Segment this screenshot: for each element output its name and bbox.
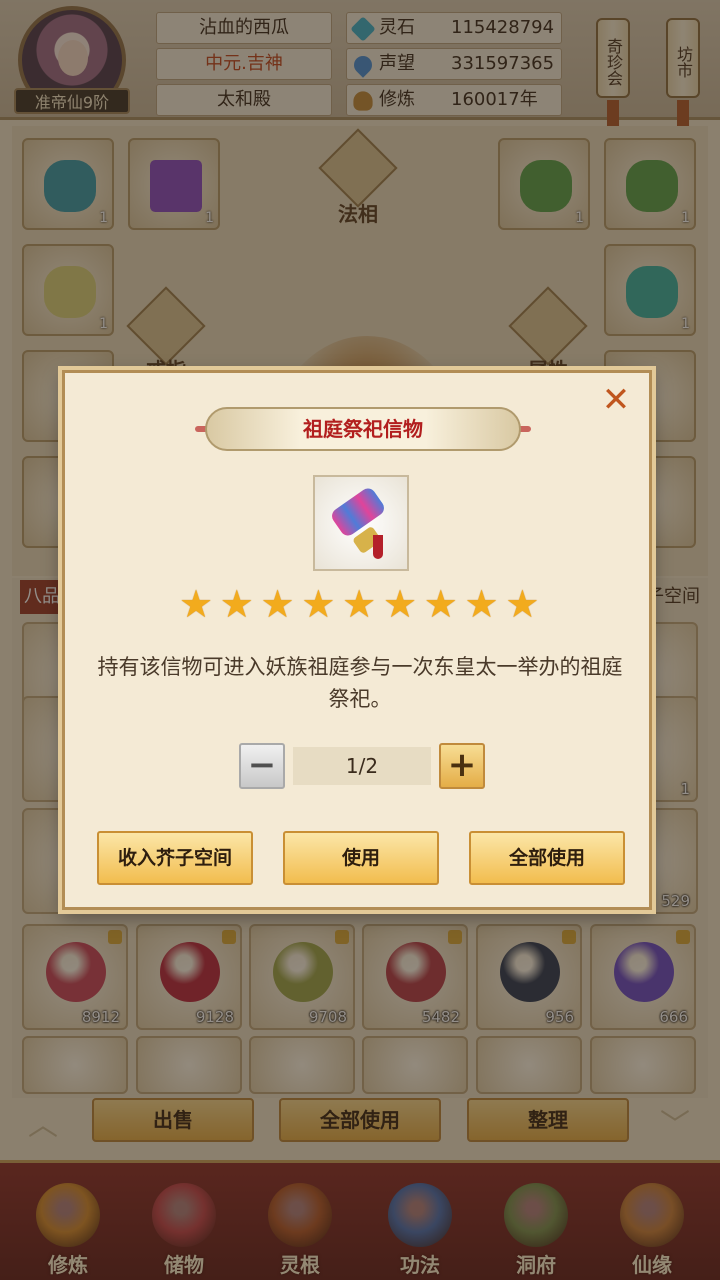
star-rating: ★ ★ ★ ★ ★ ★ ★ ★ ★ xyxy=(177,585,543,625)
quantity-display: 1/2 xyxy=(293,747,431,785)
quantity-increase-button[interactable]: + xyxy=(439,743,485,789)
quantity-decrease-button[interactable]: − xyxy=(239,743,285,789)
star-icon: ★ xyxy=(301,582,336,626)
use-button[interactable]: 使用 xyxy=(283,831,439,885)
star-icon: ★ xyxy=(505,582,540,626)
close-icon[interactable]: ✕ xyxy=(599,383,633,417)
sacrifice-token-scroll-icon xyxy=(328,485,388,539)
dialog-title: 祖庭祭祀信物 xyxy=(205,407,521,451)
item-description: 持有该信物可进入妖族祖庭参与一次东皇太一举办的祖庭祭祀。 xyxy=(97,655,623,711)
star-icon: ★ xyxy=(464,582,499,626)
star-icon: ★ xyxy=(382,582,418,626)
star-icon: ★ xyxy=(219,582,254,626)
use-all-button[interactable]: 全部使用 xyxy=(469,831,625,885)
item-image-frame xyxy=(313,475,409,571)
star-icon: ★ xyxy=(260,582,295,626)
scroll-tassel-icon xyxy=(373,535,383,559)
star-icon: ★ xyxy=(342,582,377,626)
item-detail-dialog: ✕ 祖庭祭祀信物 ★ ★ ★ ★ ★ ★ ★ ★ ★ 持有该信物可进入妖族祖庭参与一次东皇太一举… xyxy=(62,370,652,910)
store-to-space-button[interactable]: 收入芥子空间 xyxy=(97,831,253,885)
star-icon: ★ xyxy=(423,582,458,626)
star-icon: ★ xyxy=(178,582,214,626)
